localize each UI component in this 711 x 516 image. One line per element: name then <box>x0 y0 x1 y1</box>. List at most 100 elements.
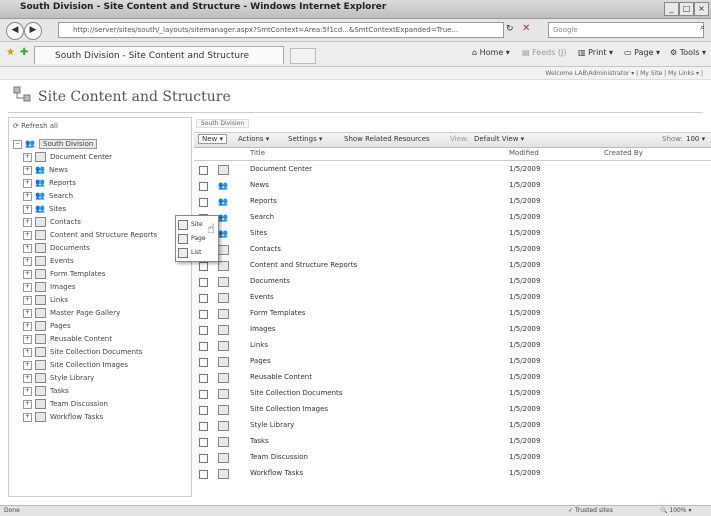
expand-icon[interactable]: + <box>23 256 32 266</box>
tree-item[interactable]: + Site Collection Documents <box>23 346 142 358</box>
row-title-link[interactable]: Events <box>250 291 274 304</box>
menu-item-list[interactable]: List <box>178 246 216 259</box>
address-bar[interactable]: http://server/sites/south/_layouts/sitem… <box>58 22 504 38</box>
row-checkbox[interactable] <box>199 198 208 207</box>
expand-icon[interactable]: + <box>23 360 32 370</box>
row-title-link[interactable]: Contacts <box>250 243 281 256</box>
search-icon[interactable]: ⌕ <box>700 23 705 33</box>
list-row[interactable]: Style Library 1/5/2009 <box>194 419 711 432</box>
row-title-link[interactable]: Style Library <box>250 419 294 432</box>
expand-icon[interactable]: + <box>23 321 32 331</box>
add-favorites-icon[interactable]: ✚ <box>20 47 28 58</box>
expand-icon[interactable]: + <box>23 295 32 305</box>
row-checkbox[interactable] <box>199 294 208 303</box>
row-checkbox[interactable] <box>199 358 208 367</box>
list-row[interactable]: Document Center 1/5/2009 <box>194 163 711 176</box>
list-row[interactable]: Site Collection Documents 1/5/2009 <box>194 387 711 400</box>
list-row[interactable]: Events 1/5/2009 <box>194 291 711 304</box>
welcome-bar[interactable]: Welcome LAB\Administrator ▾ | My Site | … <box>0 67 711 80</box>
tree-item[interactable]: + Style Library <box>23 372 94 384</box>
row-title-link[interactable]: Pages <box>250 355 271 368</box>
forward-icon[interactable]: ▶ <box>24 22 42 40</box>
search-input[interactable]: Google <box>548 22 704 38</box>
list-row[interactable]: Workflow Tasks 1/5/2009 <box>194 467 711 480</box>
row-checkbox[interactable] <box>199 166 208 175</box>
column-created-by[interactable]: Created By <box>604 149 643 157</box>
show-count-selector[interactable]: 100 ▾ <box>686 135 705 143</box>
new-tab-button[interactable] <box>290 48 316 64</box>
expand-icon[interactable]: + <box>23 308 32 318</box>
tree-item[interactable]: + Pages <box>23 320 71 332</box>
expand-icon[interactable]: + <box>23 334 32 344</box>
list-row[interactable]: Links 1/5/2009 <box>194 339 711 352</box>
tree-item[interactable]: + 👥 Reports <box>23 177 76 189</box>
print-button[interactable]: ▥ Print ▾ <box>578 48 613 57</box>
tree-item[interactable]: + 👥 News <box>23 164 68 176</box>
row-checkbox[interactable] <box>199 470 208 479</box>
row-checkbox[interactable] <box>199 422 208 431</box>
expand-icon[interactable]: + <box>23 152 32 162</box>
actions-menu-button[interactable]: Actions ▾ <box>238 135 269 143</box>
settings-menu-button[interactable]: Settings ▾ <box>288 135 322 143</box>
tree-item[interactable]: + Content and Structure Reports <box>23 229 157 241</box>
row-title-link[interactable]: Documents <box>250 275 290 288</box>
row-title-link[interactable]: Site Collection Documents <box>250 387 342 400</box>
tree-item[interactable]: + Form Templates <box>23 268 105 280</box>
expand-icon[interactable]: + <box>23 412 32 422</box>
tab-current[interactable]: South Division - Site Content and Struct… <box>34 46 284 64</box>
list-row[interactable]: Content and Structure Reports 1/5/2009 <box>194 259 711 272</box>
expand-icon[interactable]: + <box>23 373 32 383</box>
tree-item[interactable]: + 👥 Sites <box>23 203 66 215</box>
row-checkbox[interactable] <box>199 262 208 271</box>
tree-item[interactable]: + Reusable Content <box>23 333 112 345</box>
tree-item[interactable]: + Team Discussion <box>23 398 108 410</box>
minimize-icon[interactable]: _ <box>664 2 679 16</box>
row-title-link[interactable]: Search <box>250 211 274 224</box>
list-row[interactable]: Documents 1/5/2009 <box>194 275 711 288</box>
row-title-link[interactable]: Site Collection Images <box>250 403 328 416</box>
expand-icon[interactable]: + <box>23 230 32 240</box>
home-button[interactable]: ⌂ Home ▾ <box>472 48 510 57</box>
tree-item[interactable]: + Master Page Gallery <box>23 307 120 319</box>
row-checkbox[interactable] <box>199 182 208 191</box>
expand-icon[interactable]: + <box>23 243 32 253</box>
tree-item[interactable]: + Links <box>23 294 68 306</box>
tree-item[interactable]: + Tasks <box>23 385 69 397</box>
row-checkbox[interactable] <box>199 342 208 351</box>
tree-item[interactable]: + Events <box>23 255 74 267</box>
list-row[interactable]: Images 1/5/2009 <box>194 323 711 336</box>
list-row[interactable]: Site Collection Images 1/5/2009 <box>194 403 711 416</box>
tools-menu[interactable]: ⚙ Tools ▾ <box>670 48 706 57</box>
expand-icon[interactable]: + <box>23 178 32 188</box>
refresh-all-link[interactable]: ⟳ Refresh all <box>13 122 58 130</box>
row-title-link[interactable]: Form Templates <box>250 307 305 320</box>
row-title-link[interactable]: Images <box>250 323 276 336</box>
stop-icon[interactable]: ✕ <box>522 23 530 34</box>
row-title-link[interactable]: Workflow Tasks <box>250 467 303 480</box>
list-row[interactable]: 👥 News 1/5/2009 <box>194 179 711 192</box>
row-checkbox[interactable] <box>199 326 208 335</box>
row-checkbox[interactable] <box>199 278 208 287</box>
expand-icon[interactable]: + <box>23 399 32 409</box>
feeds-button[interactable]: ▤ Feeds (J) <box>522 48 567 57</box>
row-checkbox[interactable] <box>199 438 208 447</box>
tree-item[interactable]: + Workflow Tasks <box>23 411 103 423</box>
expand-icon[interactable]: + <box>23 165 32 175</box>
tree-item[interactable]: + Document Center <box>23 151 112 163</box>
show-related-resources-button[interactable]: Show Related Resources <box>344 135 430 143</box>
list-row[interactable]: 👥 Sites 1/5/2009 <box>194 227 711 240</box>
expand-icon[interactable]: + <box>23 386 32 396</box>
row-title-link[interactable]: News <box>250 179 269 192</box>
new-menu-button[interactable]: New ▾ <box>198 134 228 144</box>
expand-icon[interactable]: + <box>23 217 32 227</box>
row-title-link[interactable]: Content and Structure Reports <box>250 259 357 272</box>
list-row[interactable]: Pages 1/5/2009 <box>194 355 711 368</box>
maximize-icon[interactable]: □ <box>679 2 694 16</box>
page-menu[interactable]: ▭ Page ▾ <box>624 48 660 57</box>
expand-icon[interactable]: + <box>23 191 32 201</box>
row-title-link[interactable]: Document Center <box>250 163 312 176</box>
row-title-link[interactable]: Team Discussion <box>250 451 308 464</box>
collapse-icon[interactable]: − <box>13 139 22 149</box>
row-title-link[interactable]: Links <box>250 339 268 352</box>
back-icon[interactable]: ◀ <box>6 22 24 40</box>
